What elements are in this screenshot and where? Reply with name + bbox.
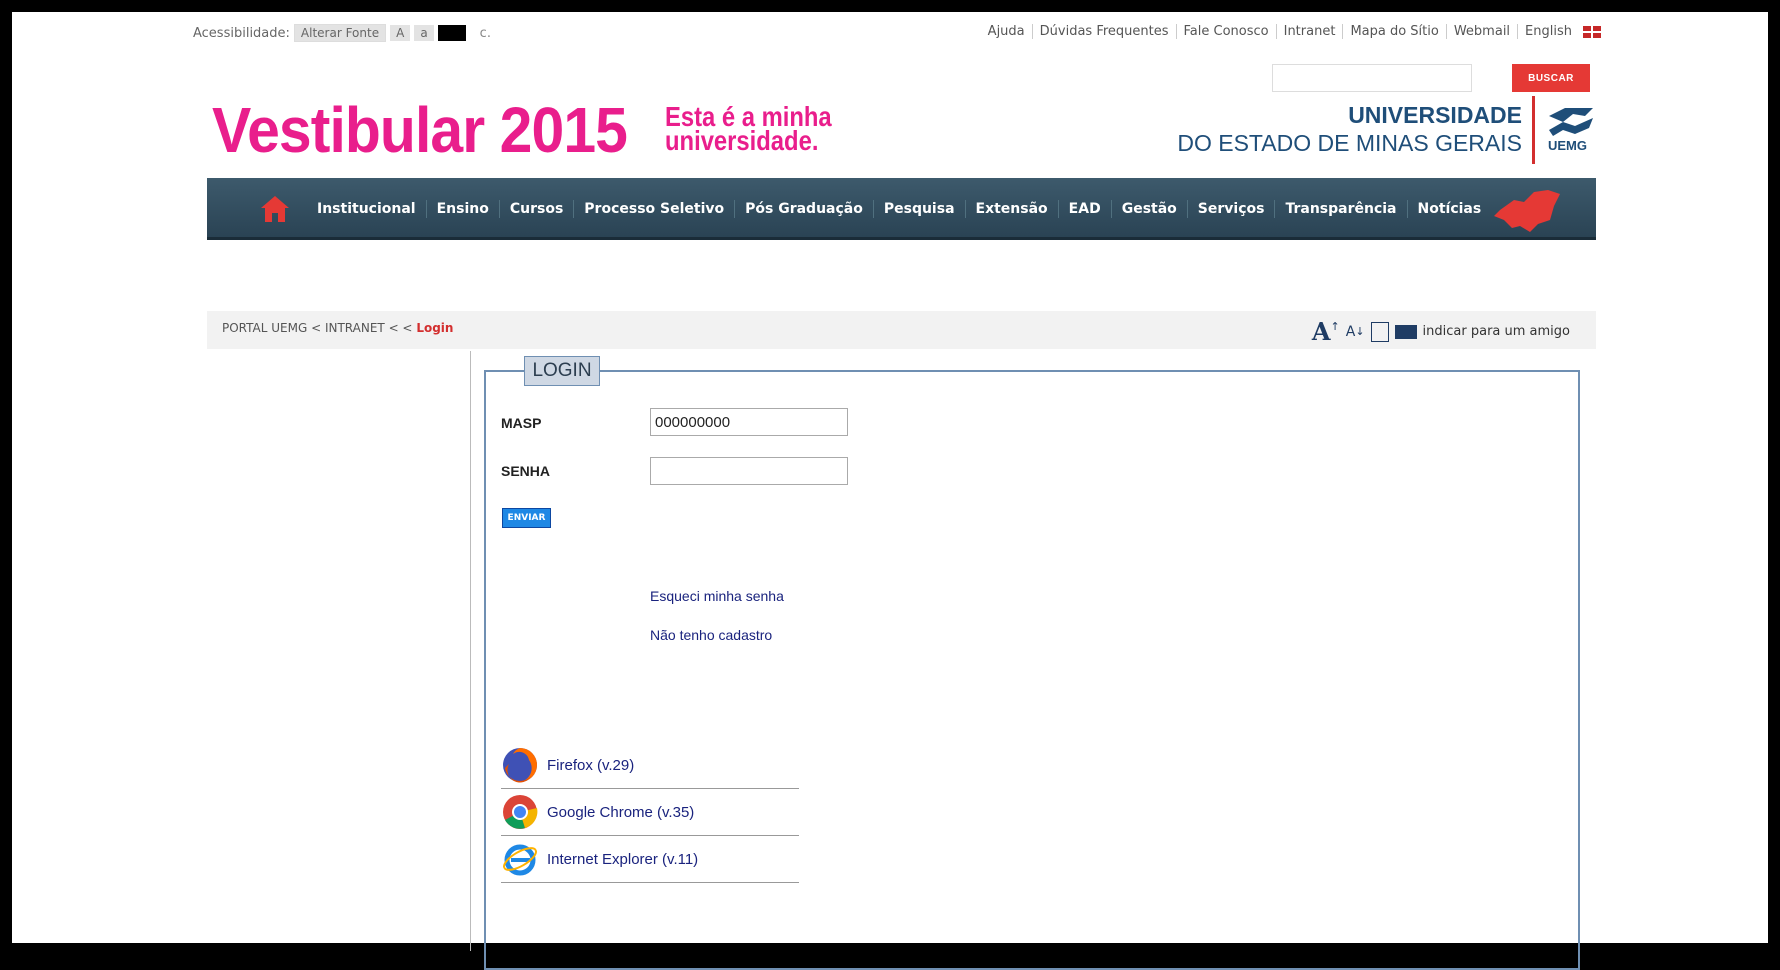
accessibility-bar: Acessibilidade: Alterar Fonte A a c.	[193, 24, 491, 42]
breadcrumb: PORTAL UEMG < INTRANET < < Login	[222, 321, 453, 335]
nav-item-pesquisa[interactable]: Pesquisa	[872, 200, 965, 218]
home-icon[interactable]	[259, 194, 291, 224]
high-contrast-button[interactable]	[437, 25, 466, 41]
decrease-font-icon[interactable]: A	[1346, 324, 1356, 340]
tagline-line-2: universidade.	[665, 125, 819, 156]
print-icon[interactable]	[1370, 321, 1389, 342]
recommend-link[interactable]: indicar para um amigo	[1423, 324, 1570, 339]
chrome-icon	[503, 795, 538, 829]
link-intranet[interactable]: Intranet	[1275, 24, 1343, 39]
nav-item-extensao[interactable]: Extensão	[964, 200, 1058, 218]
senha-label: SENHA	[501, 463, 551, 479]
nav-item-transparencia[interactable]: Transparência	[1274, 200, 1406, 218]
vestibular-banner[interactable]: Vestibular 2015 Esta é a minha universid…	[212, 95, 861, 165]
breadcrumb-current: Login	[416, 321, 454, 335]
nav-item-gestao[interactable]: Gestão	[1110, 200, 1187, 218]
link-sitemap[interactable]: Mapa do Sítio	[1342, 24, 1445, 39]
nav-item-institucional[interactable]: Institucional	[307, 200, 426, 218]
logo-text: UEMG	[1548, 138, 1587, 153]
logo-divider	[1532, 96, 1535, 164]
link-faq[interactable]: Dúvidas Frequentes	[1031, 24, 1176, 39]
top-links: Ajuda Dúvidas Frequentes Fale Conosco In…	[981, 24, 1601, 39]
screen-edge	[1774, 0, 1776, 943]
submit-button[interactable]: ENVIAR	[502, 508, 551, 528]
minas-gerais-map-icon	[1494, 190, 1560, 232]
increase-font-icon[interactable]: A	[1312, 317, 1331, 346]
university-name[interactable]: UNIVERSIDADE DO ESTADO DE MINAS GERAIS	[1177, 102, 1522, 158]
browser-label-ie: Internet Explorer (v.11)	[547, 850, 699, 868]
nav-item-noticias[interactable]: Notícias	[1406, 200, 1492, 218]
firefox-icon	[503, 748, 537, 783]
nav-item-ead[interactable]: EAD	[1057, 200, 1111, 218]
nav-item-cursos[interactable]: Cursos	[498, 200, 573, 218]
link-english[interactable]: English	[1517, 24, 1579, 39]
font-small-button[interactable]: a	[414, 25, 434, 41]
breadcrumb-path[interactable]: PORTAL UEMG < INTRANET < <	[222, 321, 413, 335]
no-account-link[interactable]: Não tenho cadastro	[650, 627, 772, 643]
search-input[interactable]	[1272, 64, 1472, 92]
masp-label: MASP	[501, 415, 542, 431]
browser-label-chrome: Google Chrome (v.35)	[547, 803, 695, 821]
nav-item-ensino[interactable]: Ensino	[425, 200, 499, 218]
university-line-1: UNIVERSIDADE	[1348, 102, 1522, 128]
banner-title: Vestibular 2015	[212, 94, 628, 166]
forgot-password-link[interactable]: Esqueci minha senha	[650, 588, 784, 604]
browser-item-firefox[interactable]: Firefox (v.29)	[501, 742, 799, 789]
masp-field[interactable]	[650, 408, 848, 436]
nav-item-pos-graduacao[interactable]: Pós Graduação	[734, 200, 873, 218]
main-nav: Institucional Ensino Cursos Processo Sel…	[207, 178, 1596, 240]
ie-icon	[503, 844, 537, 876]
password-field[interactable]	[650, 457, 848, 485]
change-font-button[interactable]: Alterar Fonte	[293, 24, 387, 42]
banner-tagline: Esta é a minha universidade.	[665, 103, 832, 156]
uk-flag-icon[interactable]	[1583, 25, 1601, 38]
top-bar: Acessibilidade: Alterar Fonte A a c. Aju…	[193, 20, 1601, 44]
contrast-label[interactable]: c.	[480, 26, 491, 41]
search-button[interactable]: BUSCAR	[1512, 64, 1590, 92]
nav-item-servicos[interactable]: Serviços	[1186, 200, 1275, 218]
link-webmail[interactable]: Webmail	[1445, 24, 1517, 39]
sidebar-divider	[470, 351, 471, 951]
breadcrumb-bar: PORTAL UEMG < INTRANET < < Login A ↑ A ↓ i…	[207, 311, 1596, 349]
browser-item-ie[interactable]: Internet Explorer (v.11)	[501, 836, 799, 883]
university-line-2: DO ESTADO DE MINAS GERAIS	[1177, 130, 1522, 156]
link-ajuda[interactable]: Ajuda	[981, 24, 1032, 39]
browser-list: Firefox (v.29) Google Chrome (v.35) Inte…	[501, 742, 799, 883]
login-legend: LOGIN	[524, 356, 600, 386]
nav-item-processo-seletivo[interactable]: Processo Seletivo	[573, 200, 734, 218]
browser-label-firefox: Firefox (v.29)	[547, 756, 635, 774]
page-tools: A ↑ A ↓ indicar para um amigo	[1311, 317, 1570, 346]
mail-icon[interactable]	[1394, 324, 1417, 339]
nav-items: Institucional Ensino Cursos Processo Sel…	[307, 178, 1491, 240]
link-contact[interactable]: Fale Conosco	[1175, 24, 1276, 39]
browser-item-chrome[interactable]: Google Chrome (v.35)	[501, 789, 799, 836]
font-large-button[interactable]: A	[390, 25, 411, 41]
accessibility-label: Acessibilidade:	[193, 25, 290, 41]
